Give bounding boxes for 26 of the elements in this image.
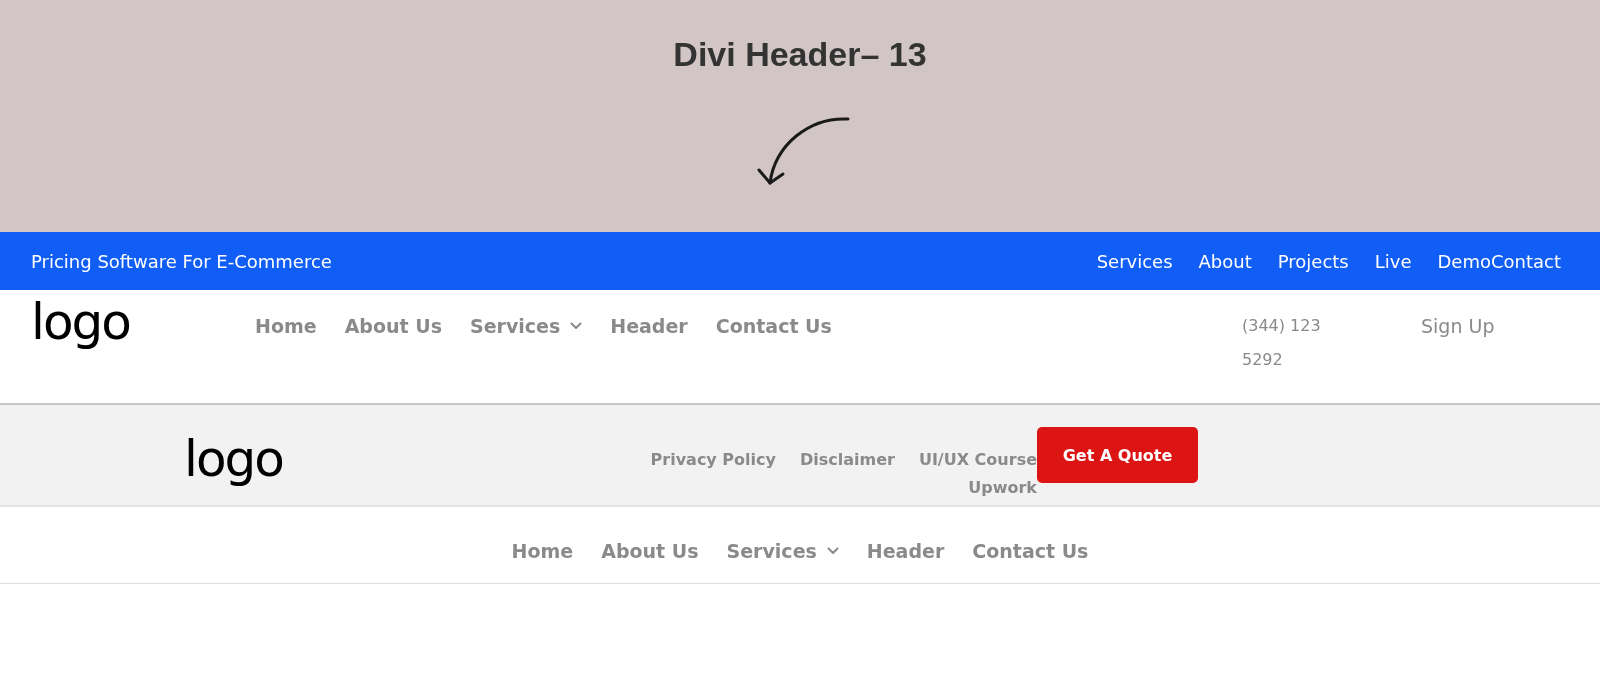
nav-link[interactable]: About Us [601, 534, 699, 568]
footer-link[interactable]: Disclaimer [799, 446, 895, 474]
nav-link[interactable]: About Us [344, 309, 442, 343]
footer-link[interactable]: Privacy Policy [650, 446, 776, 474]
nav-link[interactable]: Contact Us [715, 309, 832, 343]
site-logo[interactable]: logo [184, 430, 283, 488]
site-logo[interactable]: logo [31, 293, 130, 351]
footer-link[interactable]: Upwork [968, 474, 1037, 502]
footer-link[interactable]: UI/UX Course [918, 446, 1037, 474]
top-bar-link[interactable]: Projects [1277, 250, 1349, 272]
nav-link[interactable]: Header [866, 534, 945, 568]
nav-link[interactable]: Header [610, 309, 688, 343]
top-bar-link[interactable]: About [1198, 250, 1252, 272]
nav-link[interactable]: Services [469, 309, 583, 343]
top-bar-link[interactable]: DemoContact [1437, 250, 1561, 272]
top-bar-link[interactable]: Services [1096, 250, 1173, 272]
get-quote-button[interactable]: Get A Quote [1037, 427, 1198, 483]
sign-up-link[interactable]: Sign Up [1421, 309, 1495, 343]
nav-link[interactable]: Contact Us [972, 534, 1089, 568]
phone-number: (344) 123 5292 [1242, 315, 1322, 371]
page-title: Divi Header– 13 [673, 34, 927, 74]
nav-link[interactable]: Services [726, 534, 839, 568]
nav-link[interactable]: Home [511, 534, 574, 568]
nav-link[interactable]: Home [255, 309, 317, 343]
tagline-text: Pricing Software For E-Commerce [31, 250, 332, 272]
top-bar-link[interactable]: Live [1374, 250, 1412, 272]
